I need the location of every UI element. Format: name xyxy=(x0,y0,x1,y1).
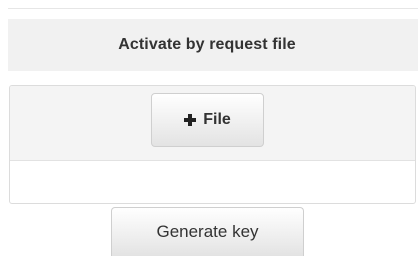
activation-header: Activate by request file xyxy=(8,19,418,71)
top-divider xyxy=(8,8,418,9)
generate-key-button[interactable]: Generate key xyxy=(111,207,304,256)
file-button-label: File xyxy=(203,111,231,128)
plus-icon xyxy=(184,114,197,126)
file-upload-panel: File xyxy=(9,85,416,204)
file-panel-header: File xyxy=(10,86,415,161)
add-file-button[interactable]: File xyxy=(151,93,264,147)
activation-title: Activate by request file xyxy=(118,36,296,53)
